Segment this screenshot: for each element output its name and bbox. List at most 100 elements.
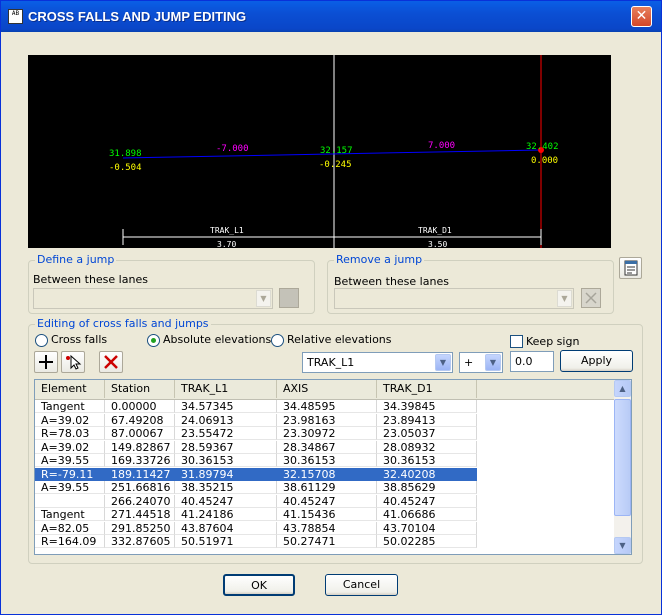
table-row[interactable]: Tangent 271.44518 41.24186 41.15436 41.06686 — [35, 508, 615, 521]
vertical-scrollbar[interactable]: ▲ ▼ — [614, 380, 631, 554]
column-header[interactable]: Station — [105, 380, 175, 398]
add-button[interactable] — [34, 351, 58, 373]
delete-button[interactable] — [99, 351, 123, 373]
scroll-thumb[interactable] — [614, 399, 631, 516]
table-cell[interactable]: A=39.02 — [35, 413, 105, 427]
table-row[interactable]: Tangent 0.00000 34.57345 34.48595 34.39845 — [35, 400, 615, 413]
table-row[interactable]: A=39.55 169.33726 30.36153 30.36153 30.36153 — [35, 454, 615, 467]
table-cell[interactable]: 149.82867 — [105, 440, 175, 454]
table-cell[interactable]: 50.02285 — [377, 535, 477, 548]
table-cell[interactable]: 30.36153 — [377, 454, 477, 467]
keep-sign-checkbox[interactable] — [510, 335, 523, 348]
value-input[interactable]: 0.0 — [510, 351, 554, 372]
table-cell[interactable]: Tangent — [35, 400, 105, 413]
table-cell[interactable]: 43.78854 — [277, 521, 377, 535]
table-cell[interactable]: 38.61129 — [277, 481, 377, 494]
table-row[interactable]: R=-79.11 189.11427 31.89794 32.15708 32.4020… — [35, 467, 615, 481]
table-cell[interactable]: 266.24070 — [105, 494, 175, 508]
cancel-button[interactable]: Cancel — [325, 574, 398, 596]
table-cell[interactable]: 23.55472 — [175, 427, 277, 440]
table-cell[interactable]: 24.06913 — [175, 413, 277, 427]
table-row[interactable]: R=164.09 332.87605 50.51971 50.27471 50.0228… — [35, 535, 615, 548]
keep-sign-label[interactable]: Keep sign — [526, 335, 579, 348]
table-cell[interactable]: Tangent — [35, 508, 105, 521]
table-cell[interactable]: 40.45247 — [175, 494, 277, 508]
table-cell[interactable]: 271.44518 — [105, 508, 175, 521]
ok-button[interactable]: OK — [223, 574, 295, 596]
table-cell[interactable]: 28.08932 — [377, 440, 477, 454]
table-cell[interactable]: 38.85629 — [377, 481, 477, 494]
table-row[interactable]: 266.24070 40.45247 40.45247 40.45247 — [35, 494, 615, 508]
elevation-table[interactable]: Element Station TRAK_L1 AXIS TRAK_D1 Tangent… — [34, 379, 632, 555]
table-cell[interactable]: 28.59367 — [175, 440, 277, 454]
table-cell[interactable]: 23.89413 — [377, 413, 477, 427]
mode-cross-falls-radio[interactable] — [35, 334, 48, 347]
table-cell[interactable]: 50.51971 — [175, 535, 277, 548]
table-cell[interactable]: 23.30972 — [277, 427, 377, 440]
table-cell[interactable]: A=39.02 — [35, 440, 105, 454]
close-button[interactable]: ✕ — [631, 6, 652, 27]
table-cell[interactable]: A=39.55 — [35, 454, 105, 467]
title-bar[interactable]: AB CROSS FALLS AND JUMP EDITING ✕ — [1, 1, 661, 32]
table-row[interactable]: R=78.03 87.00067 23.55472 23.30972 23.05037 — [35, 427, 615, 440]
column-header[interactable]: TRAK_D1 — [377, 380, 477, 398]
mode-relative-radio[interactable] — [271, 334, 284, 347]
table-cell[interactable]: 291.85250 — [105, 521, 175, 535]
mode-absolute-label[interactable]: Absolute elevations — [163, 333, 271, 346]
table-cell[interactable]: A=82.05 — [35, 521, 105, 535]
apply-button[interactable]: Apply — [560, 350, 633, 372]
table-cell[interactable]: 34.39845 — [377, 400, 477, 413]
table-cell[interactable]: A=39.55 — [35, 481, 105, 494]
table-cell[interactable]: 41.15436 — [277, 508, 377, 521]
sign-select[interactable]: + ▼ — [459, 352, 503, 373]
mode-cross-falls-label[interactable]: Cross falls — [51, 333, 107, 346]
table-row[interactable]: A=39.55 251.66816 38.35215 38.61129 38.85629 — [35, 481, 615, 494]
table-cell[interactable]: 67.49208 — [105, 413, 175, 427]
properties-button[interactable] — [619, 257, 642, 279]
table-cell[interactable]: 50.27471 — [277, 535, 377, 548]
table-cell[interactable]: 23.05037 — [377, 427, 477, 440]
table-cell[interactable]: 169.33726 — [105, 454, 175, 467]
table-row[interactable]: A=39.02 67.49208 24.06913 23.98163 23.89413 — [35, 413, 615, 427]
table-cell[interactable]: R=-79.11 — [35, 467, 105, 481]
scroll-down-icon[interactable]: ▼ — [614, 537, 631, 554]
table-cell[interactable]: 0.00000 — [105, 400, 175, 413]
mode-absolute-radio[interactable] — [147, 334, 160, 347]
table-cell[interactable]: 32.15708 — [277, 467, 377, 481]
mode-relative-label[interactable]: Relative elevations — [287, 333, 392, 346]
column-header[interactable]: Element — [35, 380, 105, 398]
column-header[interactable]: AXIS — [277, 380, 377, 398]
table-row[interactable]: A=82.05 291.85250 43.87604 43.78854 43.70104 — [35, 521, 615, 535]
table-cell[interactable]: 41.06686 — [377, 508, 477, 521]
table-cell[interactable]: 251.66816 — [105, 481, 175, 494]
table-cell[interactable]: 31.89794 — [175, 467, 277, 481]
table-cell[interactable]: 43.70104 — [377, 521, 477, 535]
table-cell[interactable]: 34.57345 — [175, 400, 277, 413]
table-cell[interactable]: 41.24186 — [175, 508, 277, 521]
scroll-up-icon[interactable]: ▲ — [614, 380, 631, 397]
remove-jump-button[interactable] — [581, 288, 601, 308]
column-header[interactable]: TRAK_L1 — [175, 380, 277, 398]
table-cell[interactable]: 38.35215 — [175, 481, 277, 494]
table-cell[interactable]: 87.00067 — [105, 427, 175, 440]
table-row[interactable]: A=39.02 149.82867 28.59367 28.34867 28.08932 — [35, 440, 615, 454]
table-cell[interactable]: 28.34867 — [277, 440, 377, 454]
table-cell[interactable]: 34.48595 — [277, 400, 377, 413]
table-cell[interactable]: 23.98163 — [277, 413, 377, 427]
table-cell[interactable]: 30.36153 — [277, 454, 377, 467]
pointer-edit-button[interactable] — [61, 351, 85, 373]
table-cell[interactable]: 32.40208 — [377, 467, 477, 481]
remove-jump-lanes-select[interactable]: ▼ — [334, 288, 574, 309]
define-jump-lanes-select[interactable]: ▼ — [33, 288, 273, 309]
lane-select[interactable]: TRAK_L1 ▼ — [302, 352, 453, 373]
table-cell[interactable]: 43.87604 — [175, 521, 277, 535]
table-cell[interactable]: 189.11427 — [105, 467, 175, 481]
table-cell[interactable]: 40.45247 — [277, 494, 377, 508]
table-cell[interactable]: R=164.09 — [35, 535, 105, 548]
table-cell[interactable] — [35, 494, 105, 508]
define-jump-button[interactable] — [279, 288, 299, 308]
table-cell[interactable]: 332.87605 — [105, 535, 175, 548]
table-cell[interactable]: 30.36153 — [175, 454, 277, 467]
table-cell[interactable]: 40.45247 — [377, 494, 477, 508]
table-cell[interactable]: R=78.03 — [35, 427, 105, 440]
